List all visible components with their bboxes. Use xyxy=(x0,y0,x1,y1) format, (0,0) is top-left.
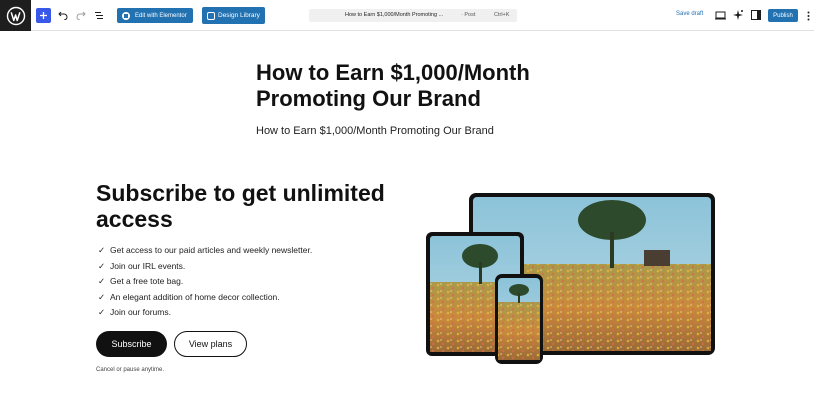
sidebar-settings-icon[interactable] xyxy=(750,9,762,21)
command-bar-title: How to Earn $1,000/Month Promoting ... xyxy=(345,12,444,18)
check-icon: ✓ xyxy=(98,276,106,286)
list-item: ✓ Get access to our paid articles and wee… xyxy=(98,243,312,259)
elementor-icon xyxy=(122,11,130,20)
wordpress-logo-icon[interactable] xyxy=(0,0,31,31)
sparkle-icon[interactable] xyxy=(732,8,744,21)
benefit-text: Join our forums. xyxy=(110,307,171,317)
list-item: ✓ An elegant addition of home decor colle… xyxy=(98,290,312,306)
list-item: ✓ Join our forums. xyxy=(98,305,312,321)
check-icon: ✓ xyxy=(98,307,106,317)
benefit-text: Get access to our paid articles and week… xyxy=(110,245,313,255)
subscribe-button[interactable]: Subscribe xyxy=(96,331,167,357)
list-item: ✓ Get a free tote bag. xyxy=(98,274,312,290)
check-icon: ✓ xyxy=(98,291,106,302)
editor-toolbar: Edit with Elementor Design Library How t… xyxy=(0,0,814,31)
save-draft-button[interactable]: Save draft xyxy=(676,11,703,17)
command-palette-bar[interactable]: How to Earn $1,000/Month Promoting ... ·… xyxy=(309,9,517,22)
benefit-text: Join our IRL events. xyxy=(110,260,186,271)
edit-with-elementor-button[interactable]: Edit with Elementor xyxy=(117,8,193,23)
list-view-icon[interactable] xyxy=(92,8,106,23)
design-library-button[interactable]: Design Library xyxy=(202,7,265,24)
benefit-text: An elegant addition of home decor collec… xyxy=(110,291,280,302)
undo-icon[interactable] xyxy=(56,8,70,23)
check-icon: ✓ xyxy=(98,245,106,255)
elementor-label: Edit with Elementor xyxy=(135,12,187,19)
cancel-note: Cancel or pause anytime. xyxy=(96,367,165,373)
device-mockup-image[interactable] xyxy=(426,192,716,364)
command-bar-post-type: · Post xyxy=(461,12,476,18)
post-subtitle[interactable]: How to Earn $1,000/Month Promoting Our B… xyxy=(256,125,494,137)
benefits-list: ✓ Get access to our paid articles and wee… xyxy=(98,243,312,321)
publish-button[interactable]: Publish xyxy=(768,9,798,22)
check-icon: ✓ xyxy=(98,260,106,271)
plus-icon[interactable] xyxy=(36,8,51,23)
subscribe-heading[interactable]: Subscribe to get unlimited access xyxy=(96,180,396,232)
command-bar-shortcut: Ctrl+K xyxy=(494,12,510,18)
post-title[interactable]: How to Earn $1,000/Month Promoting Our B… xyxy=(256,60,556,112)
design-library-label: Design Library xyxy=(218,12,260,19)
desktop-preview-icon[interactable] xyxy=(714,9,726,21)
redo-icon[interactable] xyxy=(74,8,88,23)
more-vertical-icon[interactable] xyxy=(804,9,812,22)
library-icon xyxy=(207,11,215,20)
benefit-text: Get a free tote bag. xyxy=(110,276,184,286)
view-plans-button[interactable]: View plans xyxy=(174,331,247,357)
list-item: ✓ Join our IRL events. xyxy=(98,259,312,275)
